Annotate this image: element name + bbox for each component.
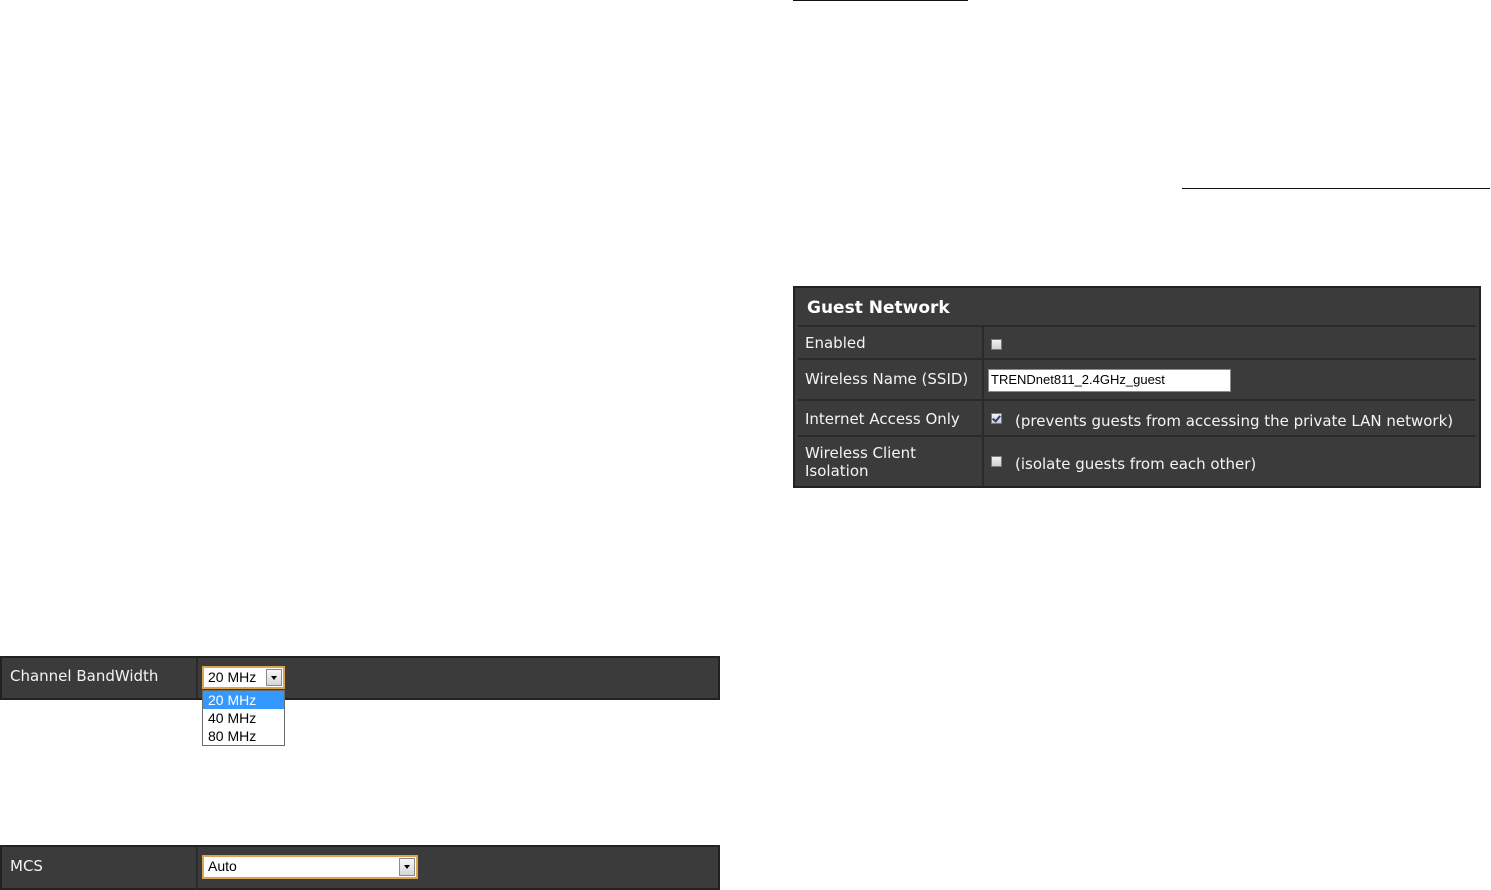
channel-bandwidth-divider: [196, 658, 198, 698]
internet-access-only-note: (prevents guests from accessing the priv…: [1015, 412, 1454, 430]
channel-bandwidth-select[interactable]: 20 MHz: [202, 666, 285, 689]
client-isolation-checkbox[interactable]: [991, 456, 1002, 467]
row-divider: [798, 358, 1476, 360]
mcs-label: MCS: [10, 857, 43, 875]
chevron-down-icon[interactable]: [266, 669, 282, 686]
channel-bandwidth-panel: Channel BandWidth: [0, 656, 720, 700]
chevron-down-icon[interactable]: [399, 858, 415, 876]
mcs-select[interactable]: Auto: [202, 855, 418, 879]
guest-network-title: Guest Network: [807, 298, 950, 318]
row-divider: [798, 435, 1476, 437]
channel-bandwidth-selected-value: 20 MHz: [208, 669, 257, 685]
enabled-checkbox[interactable]: [991, 339, 1002, 350]
internet-access-only-label: Internet Access Only: [805, 410, 960, 428]
dropdown-option-80mhz[interactable]: 80 MHz: [203, 727, 284, 745]
internet-access-only-checkbox[interactable]: [991, 413, 1002, 424]
top-underline-rule: [793, 0, 968, 1]
client-isolation-label-line2: Isolation: [805, 462, 869, 480]
mcs-selected-value: Auto: [208, 858, 237, 874]
client-isolation-label-line1: Wireless Client: [805, 444, 916, 462]
ssid-label: Wireless Name (SSID): [805, 370, 969, 388]
link-underline-rule: [1182, 188, 1490, 189]
ssid-input[interactable]: TRENDnet811_2.4GHz_guest: [988, 369, 1231, 392]
dropdown-option-20mhz[interactable]: 20 MHz: [203, 691, 284, 709]
enabled-label: Enabled: [805, 334, 866, 352]
ssid-input-value: TRENDnet811_2.4GHz_guest: [991, 372, 1165, 387]
row-divider: [798, 325, 1476, 327]
column-divider: [982, 325, 984, 486]
mcs-divider: [196, 847, 198, 890]
row-divider: [798, 399, 1476, 401]
client-isolation-note: (isolate guests from each other): [1015, 455, 1257, 473]
channel-bandwidth-dropdown: 20 MHz 40 MHz 80 MHz: [202, 690, 285, 746]
dropdown-option-40mhz[interactable]: 40 MHz: [203, 709, 284, 727]
channel-bandwidth-label: Channel BandWidth: [10, 667, 159, 685]
